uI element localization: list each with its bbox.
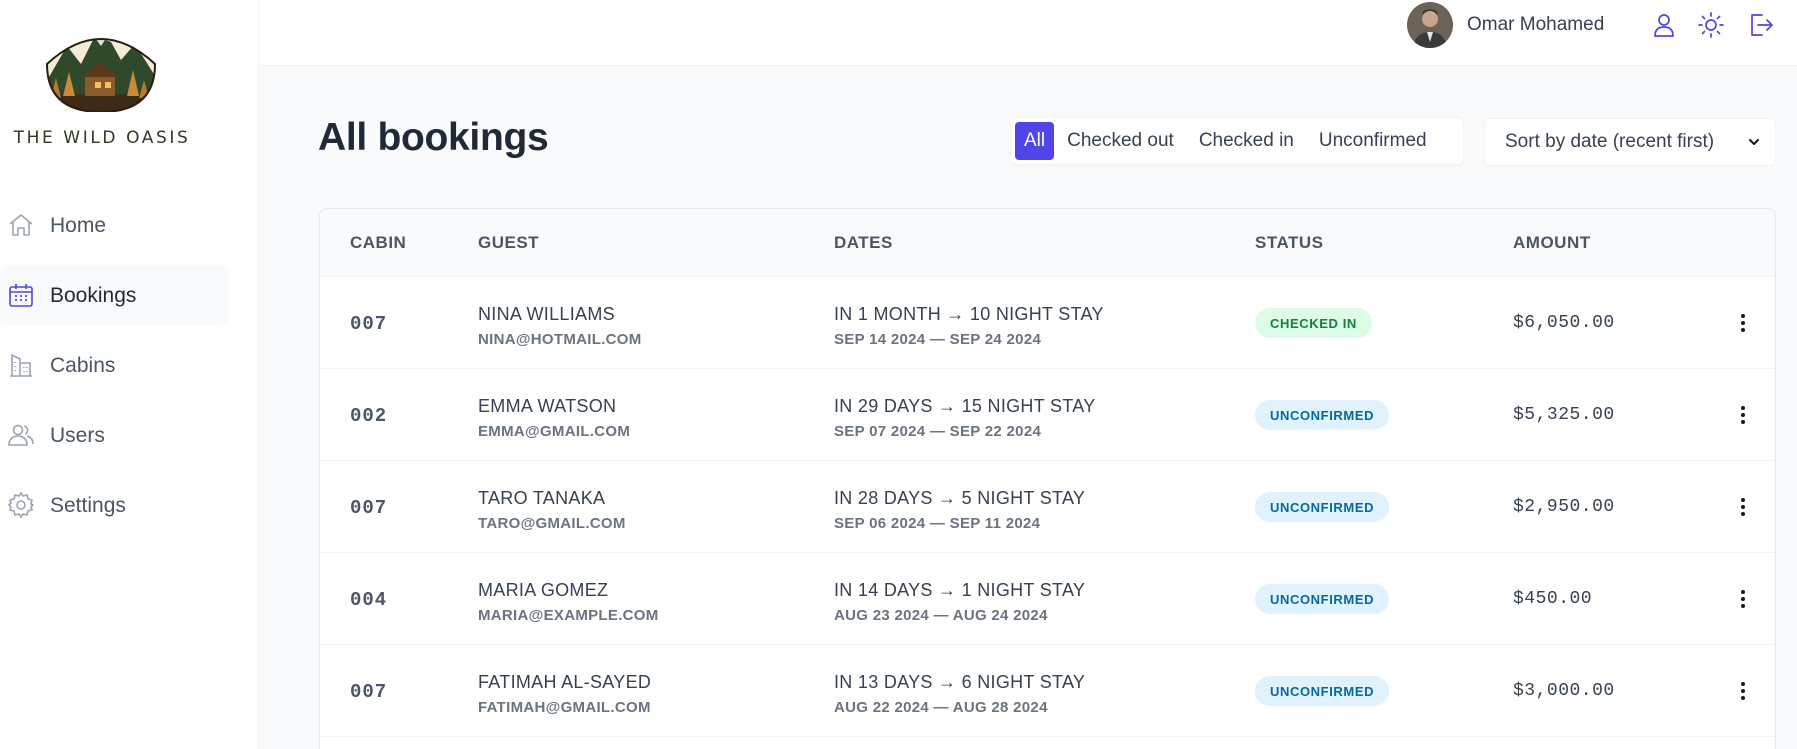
sidebar: THE WILD OASIS Home Bookings Cabins User… [0,0,259,749]
more-vertical-icon [1741,498,1745,516]
table-row: 004 MARIA GOMEZ MARIA@EXAMPLE.COM IN 14 … [320,553,1775,645]
guest-email: FATIMAH@GMAIL.COM [478,699,651,716]
bookings-table: CABIN GUEST DATES STATUS AMOUNT 007 NINA… [319,208,1776,749]
home-icon [9,214,33,236]
date-range: SEP 07 2024 — SEP 22 2024 [834,423,1042,440]
booking-amount: $5,325.00 [1513,405,1615,425]
stay-summary: IN 14 DAYS → 1 NIGHT STAY [834,580,1086,600]
column-header-guest: GUEST [478,233,540,252]
filter-checked-in-button[interactable]: Checked in [1187,122,1306,160]
filter-unconfirmed-button[interactable]: Unconfirmed [1307,122,1439,160]
table-row: 007 TARO TANAKA TARO@GMAIL.COM IN 28 DAY… [320,461,1775,553]
guest-name: MARIA GOMEZ [478,580,609,600]
row-menu-button[interactable] [1728,399,1758,431]
table-row: 007 FATIMAH AL-SAYED FATIMAH@GMAIL.COM I… [320,645,1775,737]
sidebar-item-settings[interactable]: Settings [0,475,228,535]
more-vertical-icon [1741,590,1745,608]
date-range: SEP 06 2024 — SEP 11 2024 [834,515,1041,532]
building-icon [10,353,32,377]
status-filter: All Checked out Checked in Unconfirmed [1010,117,1464,165]
date-range: SEP 14 2024 — SEP 24 2024 [834,331,1042,348]
calendar-icon [9,284,33,307]
column-header-cabin: CABIN [350,233,407,252]
booking-amount: $3,000.00 [1513,681,1615,701]
guest-name: TARO TANAKA [478,488,606,508]
date-range: AUG 22 2024 — AUG 28 2024 [834,699,1048,716]
cabin-number: 007 [350,497,388,519]
chevron-down-icon [1749,139,1759,145]
row-menu-button[interactable] [1728,583,1758,615]
sort-selected-value: Sort by date (recent first) [1505,131,1715,152]
status-badge: CHECKED IN [1255,308,1372,338]
sidebar-item-label: Cabins [50,353,116,377]
table-header: CABIN GUEST DATES STATUS AMOUNT [320,209,1775,277]
brand-name: THE WILD OASIS [13,128,191,148]
table-row: 007 NINA WILLIAMS NINA@HOTMAIL.COM IN 1 … [320,277,1775,369]
column-header-amount: AMOUNT [1513,233,1591,252]
stay-summary: IN 29 DAYS → 15 NIGHT STAY [834,396,1096,416]
status-badge: UNCONFIRMED [1255,400,1390,430]
guest-name: EMMA WATSON [478,396,617,416]
sidebar-item-label: Settings [50,493,126,517]
sidebar-item-label: Bookings [50,283,137,307]
avatar[interactable] [1407,2,1453,48]
page-title: All bookings [318,116,549,159]
guest-name: NINA WILLIAMS [478,304,615,324]
sidebar-item-label: Users [50,423,105,447]
logout-icon[interactable] [1746,11,1774,39]
guest-email: TARO@GMAIL.COM [478,515,626,532]
more-vertical-icon [1741,406,1745,424]
more-vertical-icon [1741,682,1745,700]
row-menu-button[interactable] [1728,491,1758,523]
stay-summary: IN 1 MONTH → 10 NIGHT STAY [834,304,1104,324]
status-badge: UNCONFIRMED [1255,492,1390,522]
status-badge: UNCONFIRMED [1255,584,1390,614]
logo [45,24,157,114]
logo-icon [45,38,157,114]
gear-icon [8,492,34,518]
user-name: Omar Mohamed [1467,14,1605,35]
cabin-number: 004 [350,589,388,611]
sort-select[interactable]: Sort by date (recent first) [1484,118,1776,166]
sidebar-item-home[interactable]: Home [0,195,228,255]
user-icon[interactable] [1650,11,1678,39]
stay-summary: IN 28 DAYS → 5 NIGHT STAY [834,488,1086,508]
guest-email: NINA@HOTMAIL.COM [478,331,642,348]
booking-amount: $6,050.00 [1513,313,1615,333]
sun-icon[interactable] [1697,11,1725,39]
cabin-number: 007 [350,681,388,703]
filter-all-button[interactable]: All [1015,122,1055,160]
sidebar-item-label: Home [50,213,107,237]
row-menu-button[interactable] [1728,307,1758,339]
stay-summary: IN 13 DAYS → 6 NIGHT STAY [834,672,1086,692]
booking-amount: $450.00 [1513,589,1593,609]
avatar-image [1407,2,1453,48]
sidebar-nav: Home Bookings Cabins Users Settings [0,195,228,545]
sidebar-item-bookings[interactable]: Bookings [0,265,228,325]
column-header-status: STATUS [1255,233,1324,252]
status-badge: UNCONFIRMED [1255,676,1390,706]
filter-checked-out-button[interactable]: Checked out [1055,122,1186,160]
row-menu-button[interactable] [1728,675,1758,707]
table-row: 002 EMMA WATSON EMMA@GMAIL.COM IN 29 DAY… [320,369,1775,461]
date-range: AUG 23 2024 — AUG 24 2024 [834,607,1048,624]
guest-email: EMMA@GMAIL.COM [478,423,631,440]
cabin-number: 002 [350,405,388,427]
more-vertical-icon [1741,314,1745,332]
cabin-number: 007 [350,313,388,335]
booking-amount: $2,950.00 [1513,497,1615,517]
sidebar-item-cabins[interactable]: Cabins [0,335,228,395]
column-header-dates: DATES [834,233,893,252]
sidebar-item-users[interactable]: Users [0,405,228,465]
guest-email: MARIA@EXAMPLE.COM [478,607,659,624]
guest-name: FATIMAH AL-SAYED [478,672,652,692]
users-icon [8,424,34,446]
